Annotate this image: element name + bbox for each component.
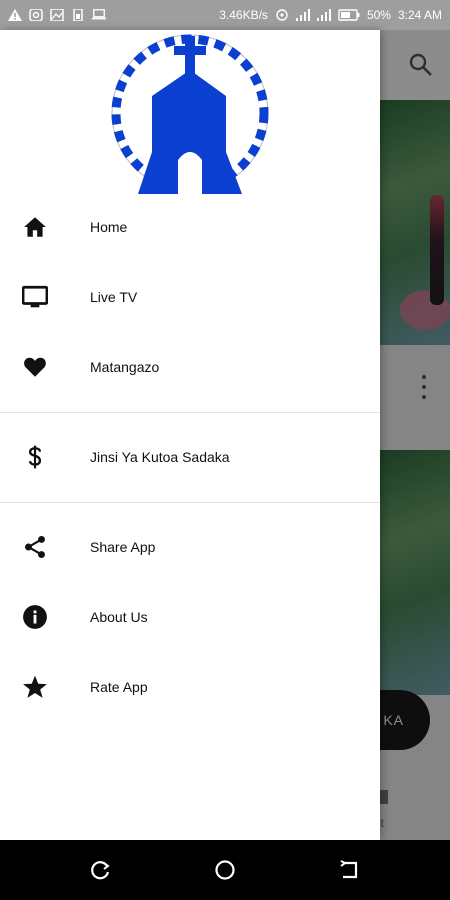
divider [0, 412, 380, 413]
signal-icon [295, 9, 310, 21]
menu-item-rate-app[interactable]: Rate App [0, 652, 380, 722]
warning-icon [8, 9, 22, 21]
status-left-icons [8, 9, 106, 21]
image-icon [50, 9, 64, 21]
menu-item-matangazo[interactable]: Matangazo [0, 332, 380, 402]
menu-label: Live TV [90, 289, 138, 305]
menu-item-live-tv[interactable]: Live TV [0, 262, 380, 332]
divider [0, 502, 380, 503]
signal-2-icon [316, 9, 331, 21]
battery-level: 50% [366, 8, 391, 22]
battery-icon [338, 9, 360, 21]
menu-item-share-app[interactable]: Share App [0, 512, 380, 582]
status-right-icons: 3.46KB/s 50% 3:24 AM [219, 8, 442, 22]
recent-apps-icon[interactable] [88, 858, 112, 882]
menu-label: Share App [90, 539, 156, 555]
menu-item-home[interactable]: Home [0, 192, 380, 262]
menu-label: About Us [90, 609, 148, 625]
clock: 3:24 AM [397, 8, 442, 22]
status-bar: 3.46KB/s 50% 3:24 AM [0, 0, 450, 30]
info-icon [23, 605, 47, 629]
menu-label: Matangazo [90, 359, 160, 375]
hotspot-icon [276, 9, 288, 21]
star-icon [23, 675, 47, 698]
laptop-icon [92, 9, 106, 20]
share-icon [25, 535, 45, 559]
menu-label: Home [90, 219, 128, 235]
network-speed: 3.46KB/s [219, 8, 268, 22]
menu-item-about-us[interactable]: About Us [0, 582, 380, 652]
navigation-drawer: Home Live TV Matangazo Jinsi Ya Kutoa Sa… [0, 30, 380, 840]
home-button-icon[interactable] [213, 858, 237, 882]
tv-icon [22, 285, 48, 308]
dollar-icon [28, 445, 42, 469]
church-logo [111, 34, 269, 194]
back-icon[interactable] [338, 858, 362, 882]
menu-item-sadaka[interactable]: Jinsi Ya Kutoa Sadaka [0, 422, 380, 492]
system-nav-bar [0, 840, 450, 900]
home-icon [24, 217, 46, 237]
sim-icon [73, 9, 83, 21]
heart-icon [24, 357, 46, 377]
instagram-icon [29, 9, 43, 21]
menu-label: Rate App [90, 679, 148, 695]
menu-label: Jinsi Ya Kutoa Sadaka [90, 449, 230, 465]
